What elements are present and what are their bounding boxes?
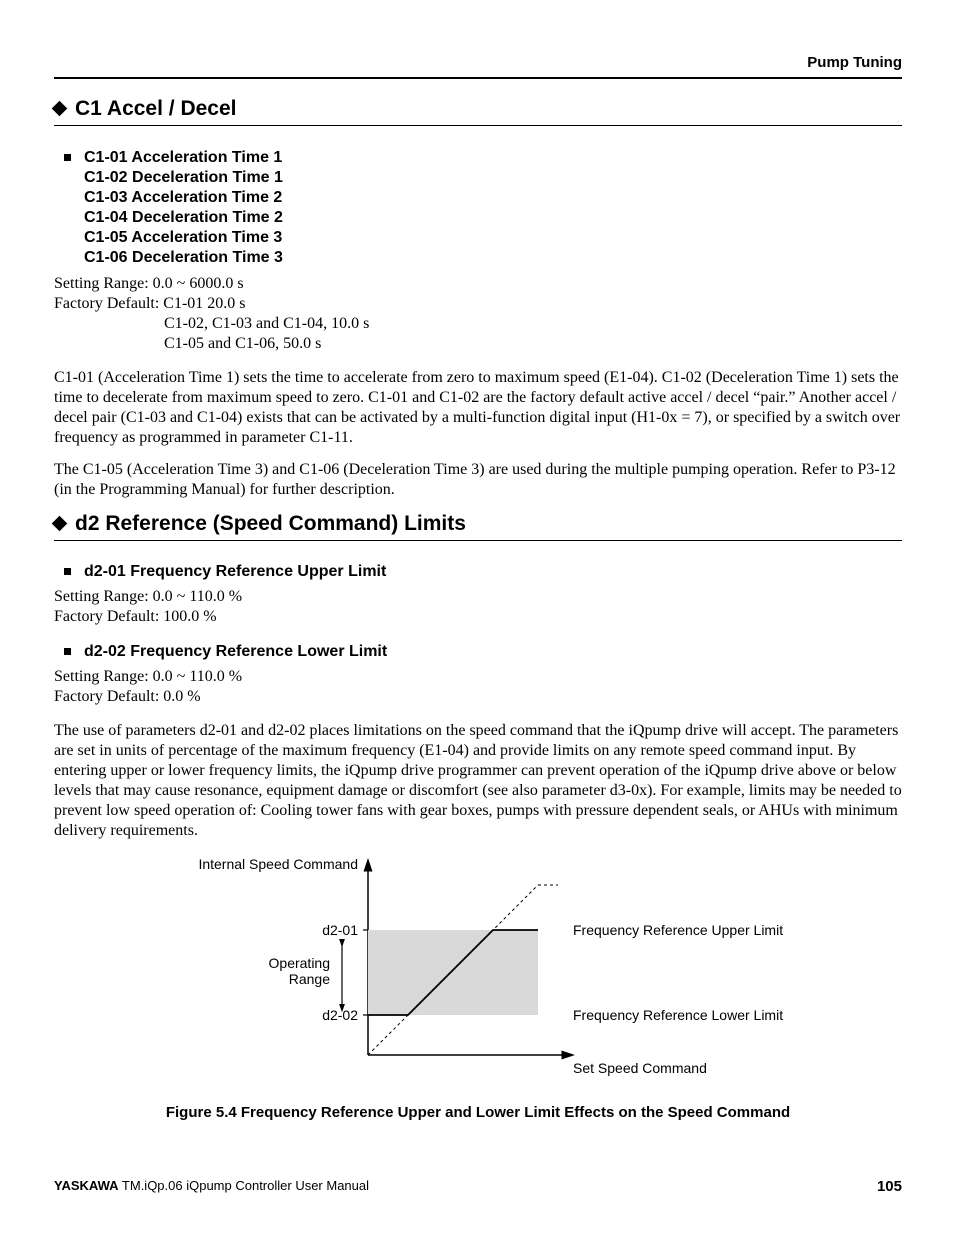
- d2-01-default: Factory Default: 100.0 %: [54, 608, 217, 625]
- param-c1-06: C1-06 Deceleration Time 3: [84, 248, 902, 268]
- subhead-d2-01: d2-01 Frequency Reference Upper Limit: [84, 563, 902, 581]
- c1-default-1: Factory Default: C1-01 20.0 s: [54, 295, 246, 312]
- figure-caption: Figure 5.4 Frequency Reference Upper and…: [54, 1104, 902, 1121]
- section-heading-c1: C1 Accel / Decel: [54, 97, 902, 126]
- c1-paragraph-1: C1-01 (Acceleration Time 1) sets the tim…: [54, 368, 902, 448]
- label-operating-2: Range: [289, 971, 330, 987]
- page-header: Pump Tuning: [54, 54, 902, 79]
- footer-left: YASKAWA TM.iQp.06 iQpump Controller User…: [54, 1178, 369, 1195]
- d2-02-settings: Setting Range: 0.0 ~ 110.0 % Factory Def…: [54, 667, 902, 707]
- c1-setting-range: Setting Range: 0.0 ~ 6000.0 s: [54, 275, 244, 292]
- d2-paragraph: The use of parameters d2-01 and d2-02 pl…: [54, 721, 902, 841]
- footer-manual: TM.iQp.06 iQpump Controller User Manual: [119, 1178, 369, 1193]
- label-operating-1: Operating: [269, 955, 330, 971]
- param-c1-01: C1-01 Acceleration Time 1: [84, 148, 902, 168]
- label-d2-01: d2-01: [322, 922, 358, 938]
- param-group-c1: C1-01 Acceleration Time 1 C1-02 Decelera…: [84, 148, 902, 268]
- page-footer: YASKAWA TM.iQp.06 iQpump Controller User…: [54, 1178, 902, 1195]
- d2-01-settings: Setting Range: 0.0 ~ 110.0 % Factory Def…: [54, 587, 902, 627]
- d2-02-default: Factory Default: 0.0 %: [54, 688, 201, 705]
- x-axis-label: Set Speed Command: [573, 1060, 707, 1076]
- figure-5-4: Internal Speed Command d2-01 d2-02 Opera…: [54, 855, 902, 1121]
- section-heading-d2: d2 Reference (Speed Command) Limits: [54, 512, 902, 541]
- param-c1-05: C1-05 Acceleration Time 3: [84, 228, 902, 248]
- d2-02-range: Setting Range: 0.0 ~ 110.0 %: [54, 668, 242, 685]
- section-title: d2 Reference (Speed Command) Limits: [75, 512, 466, 535]
- diamond-bullet-icon: [52, 101, 68, 117]
- section-title: C1 Accel / Decel: [75, 97, 236, 120]
- frequency-limit-diagram: Internal Speed Command d2-01 d2-02 Opera…: [168, 855, 788, 1085]
- param-c1-03: C1-03 Acceleration Time 2: [84, 188, 902, 208]
- label-upper-limit: Frequency Reference Upper Limit: [573, 922, 783, 938]
- c1-default-2: C1-02, C1-03 and C1-04, 10.0 s: [54, 314, 902, 334]
- c1-paragraph-2: The C1-05 (Acceleration Time 3) and C1-0…: [54, 460, 902, 500]
- c1-settings: Setting Range: 0.0 ~ 6000.0 s Factory De…: [54, 274, 902, 354]
- d2-01-range: Setting Range: 0.0 ~ 110.0 %: [54, 588, 242, 605]
- param-c1-02: C1-02 Deceleration Time 1: [84, 168, 902, 188]
- diamond-bullet-icon: [52, 516, 68, 532]
- c1-default-3: C1-05 and C1-06, 50.0 s: [54, 334, 902, 354]
- param-c1-04: C1-04 Deceleration Time 2: [84, 208, 902, 228]
- page-number: 105: [877, 1178, 902, 1195]
- footer-brand: YASKAWA: [54, 1178, 119, 1193]
- label-lower-limit: Frequency Reference Lower Limit: [573, 1007, 783, 1023]
- y-axis-label: Internal Speed Command: [198, 856, 358, 872]
- label-d2-02: d2-02: [322, 1007, 358, 1023]
- subhead-d2-02: d2-02 Frequency Reference Lower Limit: [84, 643, 902, 661]
